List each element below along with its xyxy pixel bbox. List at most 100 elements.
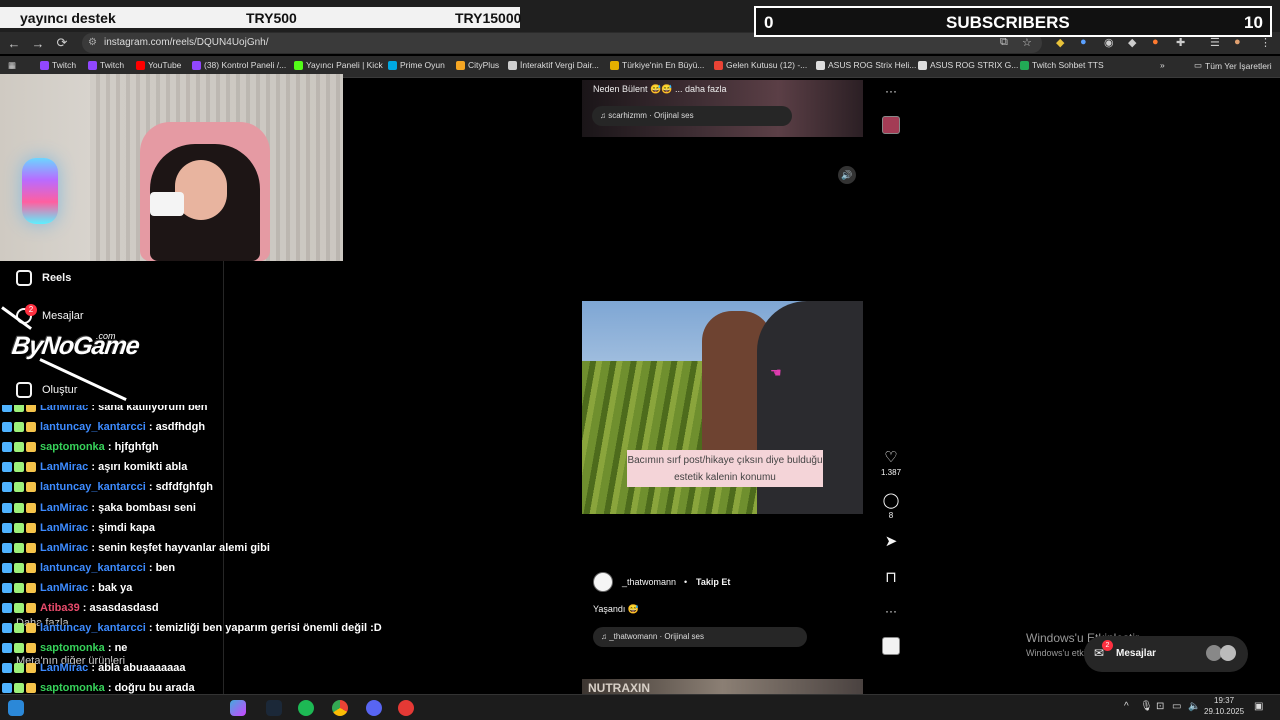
reload-button[interactable]: ⟳	[50, 35, 74, 51]
chat-username[interactable]: LanMirac	[40, 405, 88, 413]
messages-pill[interactable]: ✉ 2 Mesajlar	[1084, 636, 1248, 672]
bookmark-label: YouTube	[148, 60, 182, 70]
chat-username[interactable]: saptomonka	[40, 441, 105, 453]
author-avatar[interactable]	[593, 572, 613, 592]
chat-badge-icon	[14, 562, 24, 573]
extensions-puzzle-icon[interactable]: ✚	[1176, 36, 1185, 49]
tray-chevron-icon[interactable]: ^	[1124, 701, 1129, 712]
chat-message: lantuncay_kantarcci : sdfdfghfgh	[2, 478, 213, 496]
apps-grid-icon[interactable]: ▦	[8, 60, 16, 71]
bookmark-item[interactable]: Twitch	[88, 60, 124, 70]
clock-date[interactable]: 29.10.2025	[1204, 707, 1244, 716]
extension-icon[interactable]: ◆	[1128, 36, 1136, 49]
bookmark-item[interactable]: (38) Kontrol Paneli /...	[192, 60, 286, 70]
clock-time[interactable]: 19:37	[1214, 696, 1234, 705]
spotify-icon[interactable]	[298, 700, 314, 716]
chat-badge-icon	[2, 522, 12, 533]
chat-separator: :	[88, 581, 99, 594]
browser-menu-icon[interactable]: ⋮	[1260, 36, 1271, 49]
profile-avatar-icon[interactable]: ●	[1234, 36, 1241, 48]
bookmark-item[interactable]: Twitch	[40, 60, 76, 70]
steam-icon[interactable]	[266, 700, 282, 716]
chrome-icon[interactable]	[332, 700, 348, 716]
chat-username[interactable]: saptomonka	[40, 682, 105, 694]
nav-create[interactable]: Oluştur	[16, 382, 77, 398]
install-icon[interactable]: ⧉	[1000, 36, 1008, 49]
chat-username[interactable]: lantuncay_kantarcci	[40, 622, 146, 634]
bookmark-favicon	[456, 60, 465, 70]
like-button[interactable]: ♡ 1.387	[881, 448, 901, 477]
bookmark-item[interactable]: Yayıncı Paneli | Kick	[294, 60, 383, 70]
sound-icon[interactable]: 🔊	[838, 166, 856, 184]
bookmarks-overflow-icon[interactable]: »	[1160, 60, 1165, 70]
chat-separator: :	[104, 642, 115, 655]
previous-reel-more-icon[interactable]: ···	[881, 84, 901, 98]
audio-thumbnail[interactable]	[882, 637, 900, 655]
bookmark-item[interactable]: İnteraktif Vergi Dair...	[508, 60, 599, 70]
chat-username[interactable]: saptomonka	[40, 642, 105, 654]
chat-username[interactable]: LanMirac	[40, 502, 88, 514]
notification-icon[interactable]: ▣	[1254, 701, 1263, 712]
site-info-icon[interactable]: ⚙	[88, 33, 97, 53]
app-icon[interactable]	[230, 700, 246, 716]
follow-button[interactable]: Takip Et	[696, 577, 730, 587]
network-icon[interactable]: ⊡	[1156, 701, 1164, 712]
chat-badge-icon	[2, 663, 12, 674]
reel-audio-link[interactable]: ♫ _thatwomann · Orijinal ses	[593, 627, 807, 647]
save-button[interactable]: ⊓	[881, 568, 901, 586]
all-bookmarks-folder[interactable]: ▭ Tüm Yer İşaretleri	[1194, 60, 1272, 71]
extension-icon[interactable]: ◆	[1056, 36, 1064, 49]
chat-username[interactable]: LanMirac	[40, 582, 88, 594]
bookmark-item[interactable]: YouTube	[136, 60, 181, 70]
display-icon[interactable]: ▭	[1172, 701, 1181, 712]
tab-search-icon[interactable]: ☰	[1210, 36, 1220, 49]
chat-username[interactable]: LanMirac	[40, 461, 88, 473]
chat-message: saptomonka : hjfghfgh	[2, 438, 159, 456]
discord-icon[interactable]	[366, 700, 382, 716]
chat-username[interactable]: LanMirac	[40, 542, 88, 554]
chat-badge-icon	[2, 683, 12, 694]
more-options-icon[interactable]: ···	[881, 604, 901, 618]
main-reel-video[interactable]: Bacımın sırf post/hikaye çıksın diye bul…	[582, 301, 863, 514]
bookmark-item[interactable]: ASUS ROG STRIX G...	[918, 60, 1018, 70]
obs-icon[interactable]	[398, 700, 414, 716]
bookmark-item[interactable]: Türkiye'nin En Büyü...	[610, 60, 704, 70]
next-reel[interactable]: NUTRAXIN	[582, 679, 863, 695]
comment-button[interactable]: ◯ 8	[881, 491, 901, 520]
chat-separator: :	[88, 541, 99, 554]
chat-username[interactable]: lantuncay_kantarcci	[40, 481, 146, 493]
nav-reels[interactable]: Reels	[16, 270, 71, 286]
back-button[interactable]: ←	[2, 36, 26, 51]
previous-reel-audio-thumb[interactable]	[882, 116, 900, 134]
chat-message: LanMirac : sana katılıyorum ben	[2, 405, 208, 416]
chat-username[interactable]: lantuncay_kantarcci	[40, 421, 146, 433]
chat-username[interactable]: lantuncay_kantarcci	[40, 562, 146, 574]
bookmark-label: Twitch	[100, 60, 125, 70]
extension-icon[interactable]: ●	[1080, 36, 1087, 48]
chat-username[interactable]: LanMirac	[40, 662, 88, 674]
chat-username[interactable]: LanMirac	[40, 522, 88, 534]
extension-icon[interactable]: ●	[1152, 36, 1159, 48]
extension-icon[interactable]: ◉	[1104, 36, 1114, 49]
like-count: 1.387	[881, 468, 902, 477]
bookmark-star-icon[interactable]: ☆	[1022, 36, 1032, 49]
share-button[interactable]: ➤	[881, 532, 901, 550]
chat-badge-icon	[2, 502, 12, 513]
bookmark-label: ASUS ROG Strix Heli...	[828, 60, 917, 70]
music-icon: ♫	[601, 632, 610, 641]
bookmark-item[interactable]: Gelen Kutusu (12) -...	[714, 60, 807, 70]
bookmark-item[interactable]: ASUS ROG Strix Heli...	[816, 60, 916, 70]
bookmark-item[interactable]: Twitch Sohbet TTS	[1020, 60, 1104, 70]
previous-reel-audio[interactable]: ♫ scarhizmm · Orijinal ses	[592, 106, 792, 126]
author-username[interactable]: _thatwomann	[622, 577, 676, 587]
volume-icon[interactable]: 🔈	[1188, 701, 1200, 712]
chat-username[interactable]: Atiba39	[40, 602, 80, 614]
forward-button[interactable]: →	[26, 36, 50, 51]
bookmark-item[interactable]: CityPlus	[456, 60, 499, 70]
previous-reel[interactable]: Neden Bülent 😅😅 ... daha fazla ♫ scarhiz…	[582, 80, 863, 137]
bookmark-item[interactable]: Prime Oyun	[388, 60, 445, 70]
start-icon[interactable]	[8, 700, 24, 716]
chat-badge-icon	[2, 603, 12, 613]
bookmark-favicon	[918, 60, 927, 70]
microphone-icon[interactable]: 🎙	[1140, 701, 1153, 712]
